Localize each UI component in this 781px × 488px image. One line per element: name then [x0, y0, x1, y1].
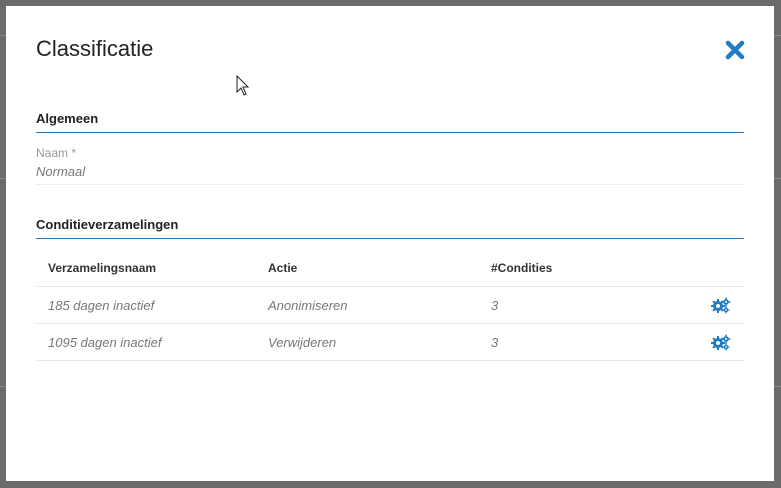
- name-field-label: Naam *: [36, 146, 77, 160]
- row-action: Verwijderen: [268, 335, 337, 350]
- row-name: 1095 dagen inactief: [48, 335, 162, 350]
- close-button[interactable]: [724, 39, 746, 61]
- table-row[interactable]: 1095 dagen inactief Verwijderen 3: [36, 324, 744, 361]
- section-title-conditions: Conditieverzamelingen: [36, 217, 179, 232]
- row-settings-button[interactable]: [711, 297, 731, 314]
- name-field-value[interactable]: Normaal: [36, 164, 85, 179]
- mouse-cursor-icon: [236, 75, 250, 96]
- gears-icon: [711, 297, 731, 314]
- section-divider: [36, 132, 744, 133]
- row-name: 185 dagen inactief: [48, 298, 155, 313]
- gears-icon: [711, 334, 731, 351]
- row-action: Anonimiseren: [268, 298, 348, 313]
- conditions-table: Verzamelingsnaam Actie #Condities 185 da…: [36, 250, 744, 361]
- column-header-name[interactable]: Verzamelingsnaam: [48, 250, 156, 287]
- table-header-row: Verzamelingsnaam Actie #Condities: [36, 250, 744, 287]
- section-title-general: Algemeen: [36, 111, 99, 126]
- table-row[interactable]: 185 dagen inactief Anonimiseren 3: [36, 287, 744, 324]
- field-divider: [36, 184, 744, 185]
- section-divider: [36, 238, 744, 239]
- dialog-title: Classificatie: [36, 36, 154, 61]
- row-count: 3: [491, 298, 499, 313]
- row-count: 3: [491, 335, 499, 350]
- column-header-action[interactable]: Actie: [268, 250, 297, 287]
- close-icon: [725, 40, 745, 60]
- row-settings-button[interactable]: [711, 334, 731, 351]
- column-header-count[interactable]: #Condities: [491, 250, 552, 287]
- classification-dialog: Classificatie Algemeen Naam * Normaal Co…: [6, 6, 774, 481]
